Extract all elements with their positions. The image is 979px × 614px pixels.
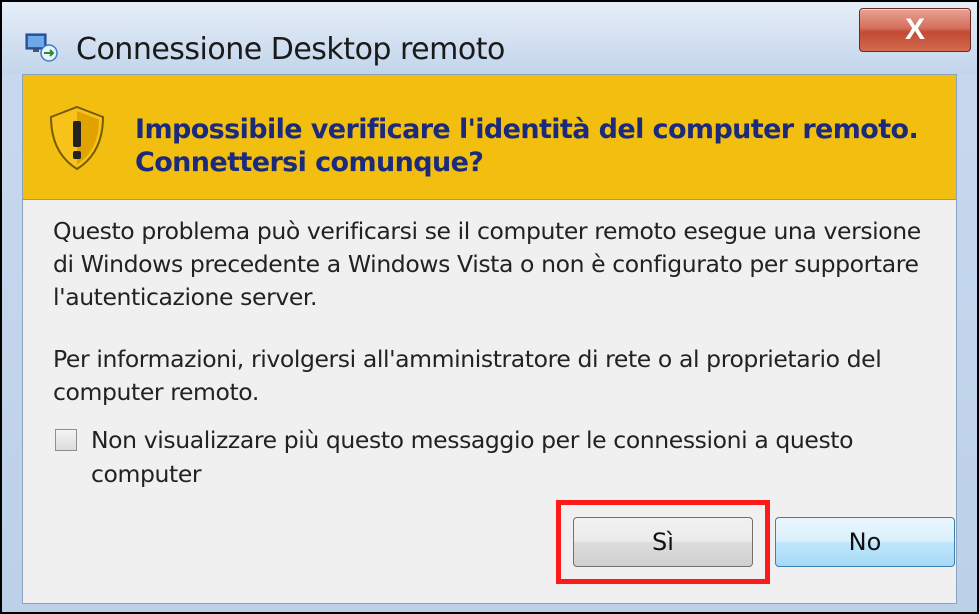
explanation-paragraph: Questo problema può verificarsi se il co… [53, 217, 921, 311]
yes-button[interactable]: Sì [573, 517, 753, 567]
dialog-window: Connessione Desktop remoto X Impossibile… [0, 0, 979, 614]
close-icon: X [904, 13, 925, 46]
warning-heading-line1: Impossibile verificare l'identità del co… [135, 114, 919, 145]
no-button[interactable]: No [775, 517, 955, 567]
warning-heading-line2: Connettersi comunque? [135, 147, 484, 178]
window-title: Connessione Desktop remoto [76, 32, 505, 67]
warning-heading: Impossibile verificare l'identità del co… [135, 113, 936, 179]
dont-show-again-checkbox[interactable] [55, 429, 77, 451]
shield-warning-icon [47, 105, 107, 171]
warning-banner: Impossibile verificare l'identità del co… [23, 75, 956, 200]
remote-desktop-icon [24, 32, 60, 62]
title-bar[interactable]: Connessione Desktop remoto X [2, 2, 977, 74]
close-button[interactable]: X [859, 8, 971, 52]
dont-show-again-label[interactable]: Non visualizzare più questo messaggio pe… [91, 423, 936, 491]
info-paragraph: Per informazioni, rivolgersi all'amminis… [53, 345, 882, 406]
dialog-content: Impossibile verificare l'identità del co… [22, 74, 957, 604]
